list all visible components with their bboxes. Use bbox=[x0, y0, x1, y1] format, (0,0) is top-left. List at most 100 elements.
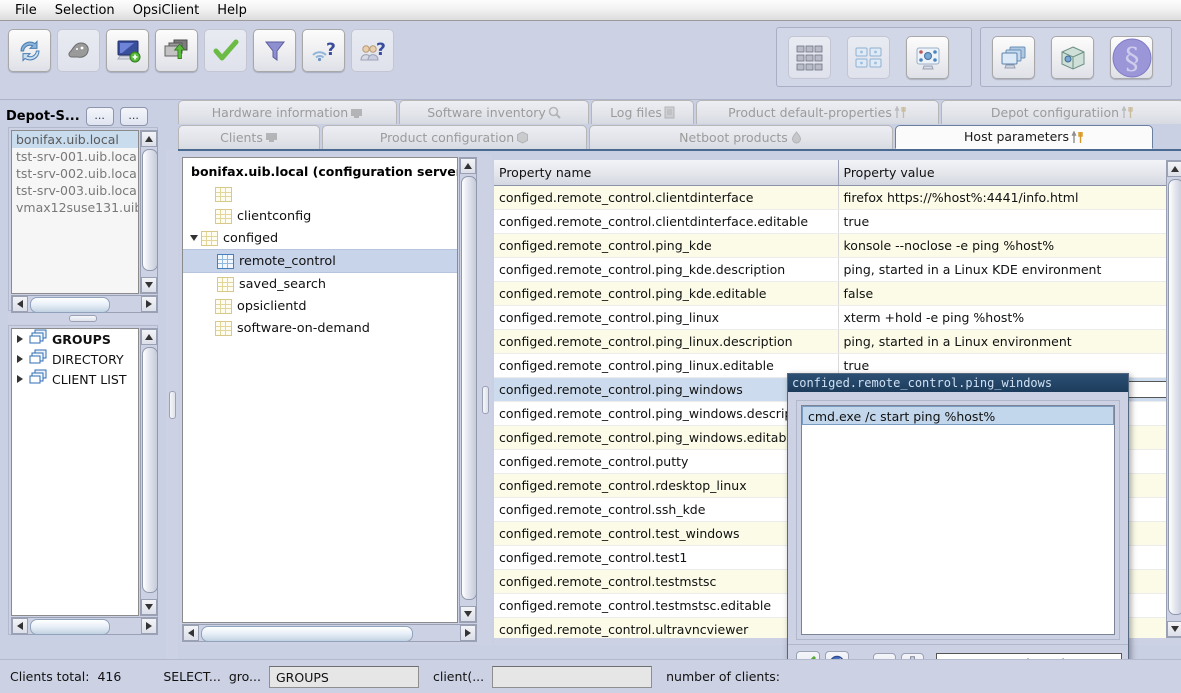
scroll-up-arrow[interactable] bbox=[141, 329, 157, 345]
monitor-network-button[interactable] bbox=[906, 36, 949, 79]
scroll-down-arrow[interactable] bbox=[460, 606, 476, 622]
groups-hscrollbar[interactable] bbox=[11, 617, 158, 635]
groups-tree[interactable]: GROUPS DIRECTORY CLIENT LIST bbox=[11, 328, 139, 616]
tab-depot-configuration[interactable]: Depot configuratiion bbox=[941, 100, 1181, 124]
property-value-cell[interactable]: ping, started in a Linux KDE environment bbox=[837, 257, 1174, 282]
client-value-field[interactable] bbox=[492, 665, 653, 688]
scroll-up-arrow[interactable] bbox=[141, 131, 157, 147]
tree-node-saved-search[interactable]: saved_search bbox=[183, 273, 457, 295]
scroll-right-arrow[interactable] bbox=[141, 296, 157, 312]
tab-product-default-properties[interactable]: Product default-properties bbox=[696, 100, 939, 124]
table-row[interactable]: configed.remote_control.ping_linux.descr… bbox=[494, 329, 1174, 354]
package-box-button[interactable] bbox=[1051, 36, 1094, 79]
popup-list-item[interactable]: cmd.exe /c start ping %host% bbox=[802, 406, 1114, 425]
depot-screens-button[interactable] bbox=[992, 36, 1035, 79]
scroll-right-arrow[interactable] bbox=[141, 618, 157, 634]
tab-host-parameters[interactable]: Host parameters bbox=[895, 125, 1153, 149]
reload-button[interactable] bbox=[8, 29, 51, 72]
tree-node-clientconfig[interactable]: clientconfig bbox=[183, 205, 457, 227]
menu-help[interactable]: Help bbox=[208, 1, 256, 20]
license-button[interactable]: § bbox=[1110, 36, 1153, 79]
depot-list-item[interactable]: tst-srv-002.uib.local bbox=[12, 165, 138, 182]
depot-list[interactable]: bonifax.uib.local tst-srv-001.uib.local … bbox=[11, 130, 139, 294]
scroll-thumb[interactable] bbox=[142, 149, 158, 271]
property-value-cell[interactable]: false bbox=[837, 281, 1174, 306]
value-editor-popup[interactable]: configed.remote_control.ping_windows cmd… bbox=[787, 373, 1129, 681]
sidebar-splitter[interactable] bbox=[8, 313, 158, 324]
scroll-thumb[interactable] bbox=[30, 297, 110, 313]
tree-table-splitter[interactable] bbox=[478, 155, 492, 645]
add-client-button[interactable] bbox=[106, 29, 149, 72]
scroll-thumb[interactable] bbox=[201, 626, 413, 642]
depot-list-hscrollbar[interactable] bbox=[11, 295, 158, 313]
table-row[interactable]: configed.remote_control.ping_kde.descrip… bbox=[494, 257, 1174, 282]
property-name-cell[interactable]: configed.remote_control.clientdinterface bbox=[494, 185, 838, 210]
scroll-left-arrow[interactable] bbox=[183, 625, 199, 641]
client-grid-button[interactable] bbox=[788, 36, 831, 79]
tab-software-inventory[interactable]: Software inventory bbox=[399, 100, 589, 124]
users-help-button[interactable]: ? bbox=[351, 29, 394, 72]
depot-options-button-1[interactable]: ... bbox=[85, 106, 114, 126]
groups-tree-item-directory[interactable]: DIRECTORY bbox=[12, 349, 138, 369]
property-value-cell[interactable]: ping, started in a Linux environment bbox=[837, 329, 1174, 354]
depot-list-item[interactable]: vmax12suse131.uib.l bbox=[12, 199, 138, 216]
column-header-property-name[interactable]: Property name bbox=[494, 160, 839, 186]
property-value-cell[interactable]: true bbox=[837, 209, 1174, 234]
config-tree[interactable]: bonifax.uib.local (configuration server)… bbox=[182, 157, 458, 623]
copy-clients-button[interactable] bbox=[155, 29, 198, 72]
depot-list-item[interactable]: tst-srv-003.uib.local bbox=[12, 182, 138, 199]
chevron-down-icon[interactable] bbox=[187, 235, 201, 241]
main-vertical-splitter[interactable] bbox=[166, 150, 178, 659]
scroll-thumb[interactable] bbox=[30, 619, 110, 635]
property-value-cell[interactable]: firefox https://%host%:4441/info.html bbox=[837, 185, 1174, 210]
filter-button[interactable] bbox=[253, 29, 296, 72]
scroll-right-arrow[interactable] bbox=[460, 625, 476, 641]
tab-clients[interactable]: Clients bbox=[178, 125, 320, 149]
scroll-left-arrow[interactable] bbox=[12, 296, 28, 312]
tree-node-remote-control[interactable]: remote_control bbox=[183, 249, 457, 273]
menu-opsiclient[interactable]: OpsiClient bbox=[124, 1, 209, 20]
group-value-field[interactable]: GROUPS bbox=[268, 665, 419, 688]
depot-options-button-2[interactable]: ... bbox=[119, 106, 148, 126]
property-value-cell[interactable]: konsole --noclose -e ping %host% bbox=[837, 233, 1174, 258]
property-name-cell[interactable]: configed.remote_control.ping_linux.descr… bbox=[494, 329, 838, 354]
tab-hardware-information[interactable]: Hardware information bbox=[178, 100, 397, 124]
scroll-thumb[interactable] bbox=[1168, 179, 1181, 615]
property-name-cell[interactable]: configed.remote_control.clientdinterface… bbox=[494, 209, 838, 234]
tab-log-files[interactable]: Log files bbox=[591, 100, 694, 124]
menu-selection[interactable]: Selection bbox=[46, 1, 124, 20]
scroll-down-arrow[interactable] bbox=[141, 277, 157, 293]
folders-button[interactable] bbox=[847, 36, 890, 79]
scroll-up-arrow[interactable] bbox=[460, 158, 476, 174]
depot-list-vscrollbar[interactable] bbox=[140, 130, 158, 294]
column-header-property-value[interactable]: Property value bbox=[838, 160, 1174, 186]
tree-vscrollbar[interactable] bbox=[459, 157, 477, 623]
expand-arrow-icon[interactable] bbox=[15, 355, 25, 363]
groups-tree-item-groups[interactable]: GROUPS bbox=[12, 329, 138, 349]
scroll-up-arrow[interactable] bbox=[1167, 161, 1181, 177]
tree-node-configed[interactable]: configed bbox=[183, 227, 457, 249]
property-name-cell[interactable]: configed.remote_control.ping_kde bbox=[494, 233, 838, 258]
tree-node-opsiclientd[interactable]: opsiclientd bbox=[183, 295, 457, 317]
tab-netboot-products[interactable]: Netboot products bbox=[589, 125, 893, 149]
scroll-thumb[interactable] bbox=[461, 176, 477, 600]
wifi-help-button[interactable]: ? bbox=[302, 29, 345, 72]
property-value-cell[interactable]: xterm +hold -e ping %host% bbox=[837, 305, 1174, 330]
tab-product-configuration[interactable]: Product configuration bbox=[322, 125, 587, 149]
tree-node-blank[interactable] bbox=[183, 183, 457, 205]
table-row[interactable]: configed.remote_control.ping_kde.editabl… bbox=[494, 281, 1174, 306]
scroll-left-arrow[interactable] bbox=[12, 618, 28, 634]
groups-tree-item-client-list[interactable]: CLIENT LIST bbox=[12, 369, 138, 389]
scroll-thumb[interactable] bbox=[142, 347, 158, 593]
property-name-cell[interactable]: configed.remote_control.ping_kde.descrip… bbox=[494, 257, 838, 282]
scroll-down-arrow[interactable] bbox=[141, 599, 157, 615]
expand-arrow-icon[interactable] bbox=[15, 375, 25, 383]
tree-hscrollbar[interactable] bbox=[182, 624, 477, 642]
property-name-cell[interactable]: configed.remote_control.ping_kde.editabl… bbox=[494, 281, 838, 306]
groups-vscrollbar[interactable] bbox=[140, 328, 158, 616]
popup-value-list[interactable]: cmd.exe /c start ping %host% bbox=[801, 405, 1115, 635]
expand-arrow-icon[interactable] bbox=[15, 335, 25, 343]
table-row[interactable]: configed.remote_control.clientdinterface… bbox=[494, 209, 1174, 234]
table-row[interactable]: configed.remote_control.ping_linux xterm … bbox=[494, 305, 1174, 330]
table-row[interactable]: configed.remote_control.clientdinterface… bbox=[494, 185, 1174, 210]
